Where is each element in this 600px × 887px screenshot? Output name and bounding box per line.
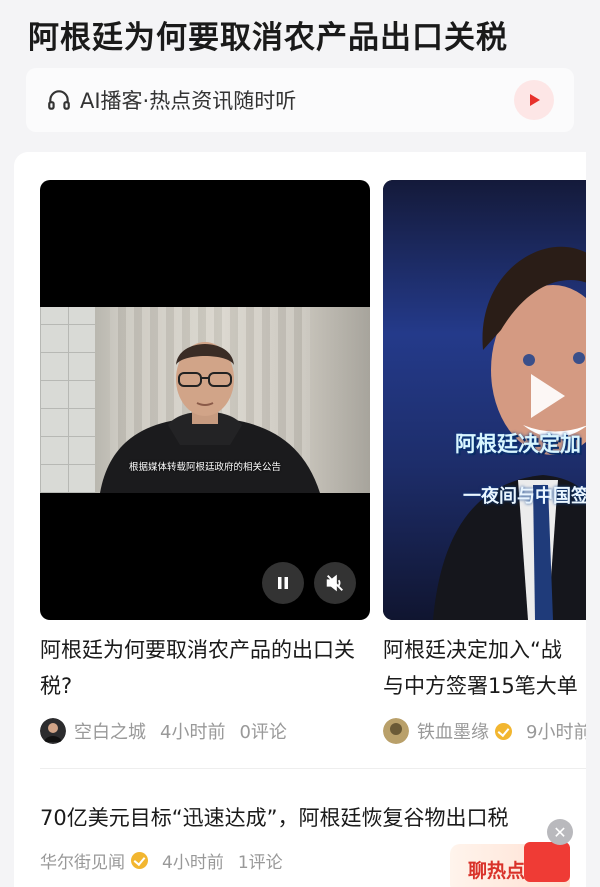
- content-card: 根据媒体转载阿根廷政府的相关公告 阿根廷决定加 一夜间与中国签 阿根廷为何要取消…: [14, 152, 586, 887]
- video-overlay-subtitle: 一夜间与中国签: [463, 486, 586, 507]
- verified-badge-icon: [495, 722, 512, 740]
- publish-time: 4小时前: [160, 722, 226, 743]
- avatar[interactable]: [40, 718, 66, 744]
- page-title: 阿根廷为何要取消农产品出口关税: [28, 20, 508, 56]
- video-subtitle: 根据媒体转载阿根廷政府的相关公告: [128, 462, 281, 473]
- comment-count[interactable]: 1评论: [238, 848, 283, 873]
- video-frame: 根据媒体转载阿根廷政府的相关公告: [40, 307, 370, 493]
- video-player-1[interactable]: 根据媒体转载阿根廷政府的相关公告: [40, 180, 370, 620]
- video-title-2-line1: 阿根廷决定加入“战: [383, 638, 562, 662]
- close-icon[interactable]: ✕: [547, 819, 573, 845]
- publish-time: 4小时前: [162, 853, 224, 873]
- divider: [40, 768, 586, 769]
- author-name[interactable]: 铁血墨缘: [417, 718, 489, 744]
- hot-chat-button[interactable]: 聊热点: [450, 842, 570, 887]
- mute-button[interactable]: [314, 562, 356, 604]
- news-meta: 华尔街见闻 4小时前 1评论: [40, 848, 283, 873]
- news-title[interactable]: 70亿美元目标“迅速达成”，阿根廷恢复谷物出口税: [40, 802, 508, 832]
- pause-button[interactable]: [262, 562, 304, 604]
- author-name[interactable]: 空白之城: [74, 718, 146, 744]
- play-overlay-icon[interactable]: [531, 374, 565, 418]
- podcast-label: AI播客·热点资讯随时听: [80, 89, 297, 113]
- video-player-2[interactable]: 阿根廷决定加 一夜间与中国签: [383, 180, 586, 620]
- play-icon: [530, 94, 540, 106]
- video-meta-1: 空白之城 4小时前 0评论: [40, 718, 287, 744]
- pause-icon: [278, 577, 288, 589]
- ai-podcast-bar[interactable]: AI播客·热点资讯随时听: [26, 68, 574, 132]
- avatar[interactable]: [383, 718, 409, 744]
- news-source[interactable]: 华尔街见闻: [40, 848, 125, 873]
- hot-chat-badge: [524, 842, 570, 882]
- video-title-1[interactable]: 阿根廷为何要取消农产品的出口关税?: [40, 632, 370, 704]
- video-overlay-title: 阿根廷决定加: [455, 432, 581, 456]
- comment-count[interactable]: 0评论: [239, 718, 286, 744]
- hot-chat-label: 聊热点: [468, 859, 526, 882]
- headphones-icon: [48, 90, 70, 110]
- video-meta-2: 铁血墨缘 9小时前: [383, 718, 586, 744]
- publish-time: 9小时前: [526, 722, 586, 743]
- podcast-play-button[interactable]: [514, 80, 554, 120]
- video-title-2-line2: 与中方签署15笔大单: [383, 674, 578, 698]
- video-title-2[interactable]: 阿根廷决定加入“战 与中方签署15笔大单: [383, 632, 586, 704]
- verified-badge-icon: [131, 852, 148, 869]
- volume-muted-icon: [326, 574, 343, 592]
